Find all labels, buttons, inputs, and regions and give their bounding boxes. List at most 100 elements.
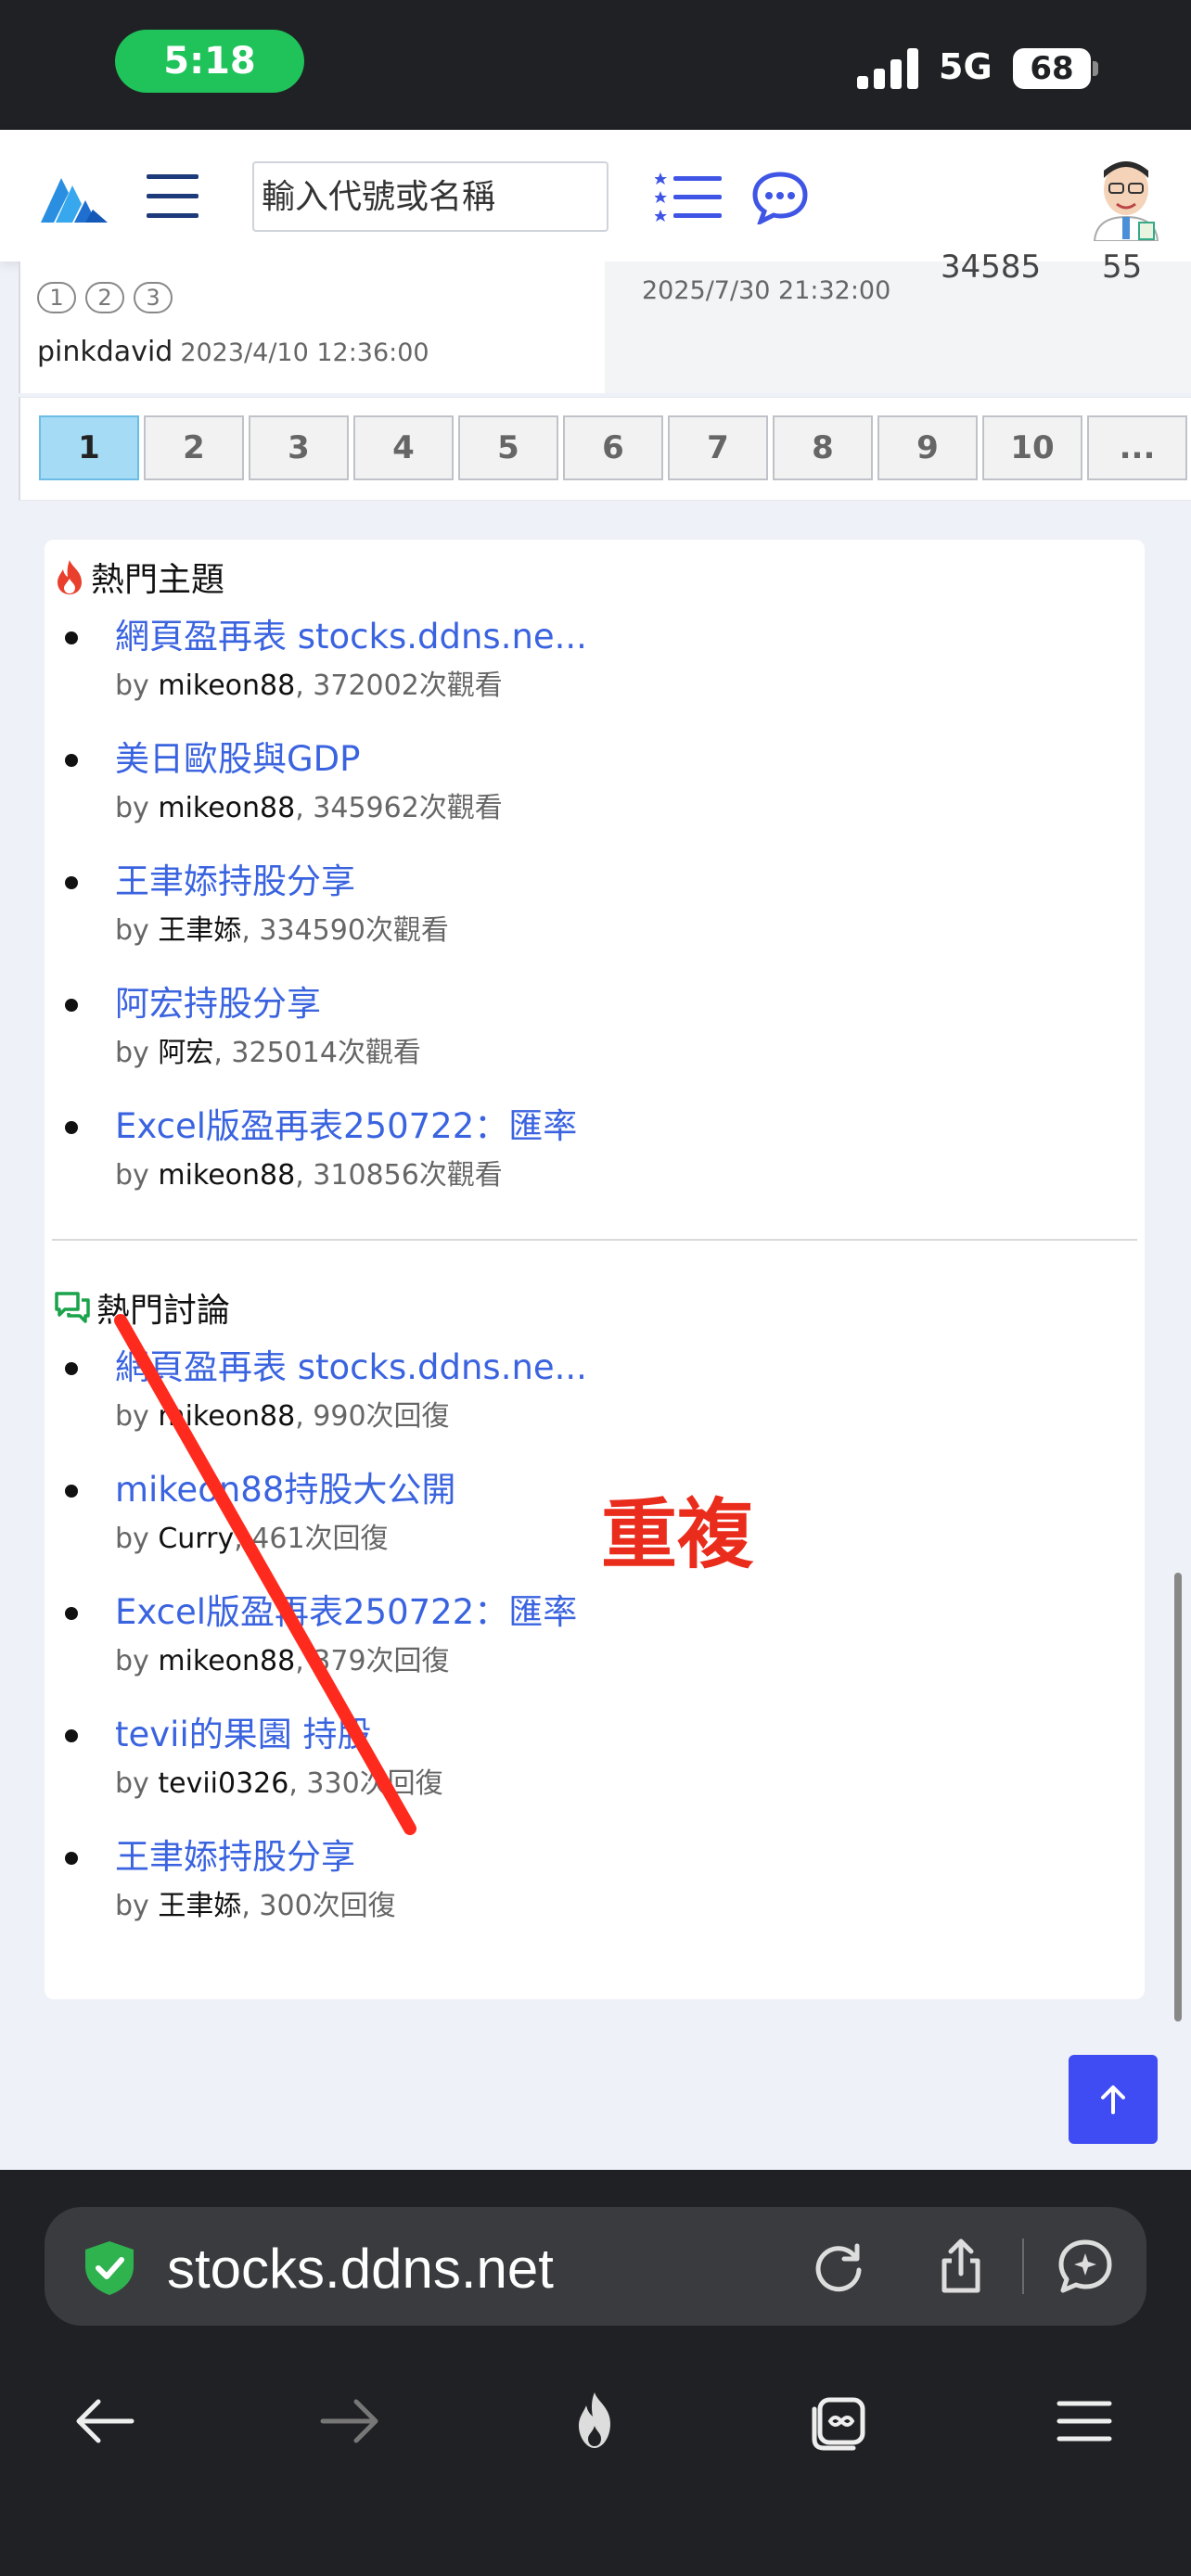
meta-author[interactable]: mikeon88 (158, 1159, 295, 1192)
meta-author[interactable]: mikeon88 (158, 792, 295, 824)
meta-by: by (115, 1645, 149, 1677)
hot-discussion-link[interactable]: Excel版盈再表250722：匯率 (115, 1591, 577, 1634)
hot-discussion-link[interactable]: mikeon88持股大公開 (115, 1469, 455, 1511)
scrollbar[interactable] (1174, 1573, 1182, 2021)
page-button-2[interactable]: 2 (144, 415, 244, 480)
hot-topic-link[interactable]: Excel版盈再表250722：匯率 (115, 1105, 577, 1148)
section-divider (52, 1239, 1137, 1241)
meta-author[interactable]: 阿宏 (158, 1037, 213, 1069)
hot-discussion-link[interactable]: 王聿婖持股分享 (115, 1836, 396, 1879)
meta-stat: , 300次回復 (241, 1890, 396, 1922)
page-button-7[interactable]: 7 (668, 415, 768, 480)
hot-discussion-meta: by Curry, 461次回復 (115, 1515, 455, 1556)
page-button-8[interactable]: 8 (773, 415, 873, 480)
annotation-duplicate-label: 重複 (601, 1491, 754, 1579)
pagination-row: 1 2 3 4 5 6 7 8 9 10 ... (39, 415, 1187, 480)
menu-icon[interactable] (1050, 2389, 1119, 2454)
list-bullet (65, 1729, 78, 1742)
page-button-3[interactable]: 3 (249, 415, 349, 480)
hot-topic-item: 阿宏持股分享 by 阿宏, 325014次觀看 (115, 983, 421, 1070)
meta-stat: , 310856次觀看 (295, 1159, 503, 1192)
secure-shield-icon (85, 2241, 134, 2295)
site-logo[interactable] (41, 169, 108, 224)
back-arrow-icon[interactable] (70, 2389, 139, 2454)
url-text[interactable]: stocks.ddns.net (167, 2237, 554, 2301)
hot-discussion-link[interactable]: tevii的果園 持股 (115, 1714, 443, 1756)
hot-topic-link[interactable]: 網頁盈再表 stocks.ddns.ne... (115, 616, 587, 658)
hot-discussion-item: tevii的果園 持股 by tevii0326, 330次回復 (115, 1714, 443, 1801)
topic-page-links: 1 2 3 (37, 282, 173, 313)
page-button-more[interactable]: ... (1087, 415, 1187, 480)
hot-topic-meta: by mikeon88, 310856次觀看 (115, 1152, 577, 1192)
list-bullet (65, 1485, 78, 1498)
topic-page-link[interactable]: 3 (134, 282, 173, 313)
meta-author[interactable]: 王聿婖 (158, 1890, 241, 1922)
search-input[interactable] (252, 161, 608, 232)
flame-icon[interactable] (560, 2389, 629, 2454)
fire-icon (58, 560, 82, 594)
reload-icon[interactable] (809, 2237, 868, 2296)
tabs-icon[interactable] (805, 2389, 874, 2454)
meta-stat: , 379次回復 (295, 1645, 450, 1677)
hot-topic-item: Excel版盈再表250722：匯率 by mikeon88, 310856次觀… (115, 1105, 577, 1192)
starred-list-icon[interactable] (655, 171, 722, 223)
topic-author-name[interactable]: pinkdavid (37, 336, 173, 368)
list-bullet (65, 1362, 78, 1375)
forward-arrow-icon[interactable] (315, 2389, 384, 2454)
hot-discussion-meta: by tevii0326, 330次回復 (115, 1760, 443, 1801)
meta-stat: , 461次回復 (234, 1523, 389, 1555)
page-button-9[interactable]: 9 (877, 415, 978, 480)
hamburger-menu-icon[interactable] (147, 174, 198, 219)
meta-author[interactable]: Curry (158, 1523, 234, 1555)
meta-by: by (115, 914, 149, 947)
list-bullet (65, 631, 78, 644)
share-icon[interactable] (931, 2237, 991, 2296)
list-bullet (65, 754, 78, 767)
discussion-icon (55, 1292, 90, 1323)
hot-topic-link[interactable]: 美日歐股與GDP (115, 738, 503, 781)
page-button-6[interactable]: 6 (563, 415, 663, 480)
hot-topic-item: 網頁盈再表 stocks.ddns.ne... by mikeon88, 372… (115, 616, 587, 703)
hot-topics-header: 熱門主題 (54, 553, 224, 601)
meta-by: by (115, 1159, 149, 1192)
meta-stat: , 372002次觀看 (295, 670, 503, 702)
hot-discussions-header: 熱門討論 (54, 1283, 230, 1332)
hot-discussion-item: Excel版盈再表250722：匯率 by mikeon88, 379次回復 (115, 1591, 577, 1678)
meta-author[interactable]: mikeon88 (158, 1645, 295, 1677)
meta-author[interactable]: 王聿婖 (158, 914, 241, 947)
topic-page-link[interactable]: 2 (85, 282, 124, 313)
list-bullet (65, 1121, 78, 1134)
meta-stat: , 330次回復 (288, 1767, 443, 1800)
meta-author[interactable]: mikeon88 (158, 670, 295, 702)
page-button-4[interactable]: 4 (353, 415, 454, 480)
page-button-1[interactable]: 1 (39, 415, 139, 480)
topic-page-link[interactable]: 1 (37, 282, 76, 313)
topic-reply-count: 55 (1102, 249, 1143, 286)
user-avatar[interactable] (1087, 156, 1165, 241)
topic-post-time: 2023/4/10 12:36:00 (180, 338, 429, 367)
hot-discussion-item: mikeon88持股大公開 by Curry, 461次回復 (115, 1469, 455, 1556)
list-bullet (65, 1852, 78, 1865)
back-to-top-button[interactable] (1069, 2055, 1158, 2144)
hot-discussion-meta: by mikeon88, 990次回復 (115, 1393, 587, 1434)
hot-discussion-link[interactable]: 網頁盈再表 stocks.ddns.ne... (115, 1346, 587, 1389)
hot-topic-meta: by mikeon88, 372002次觀看 (115, 662, 587, 703)
list-bullet (65, 876, 78, 889)
meta-stat: , 334590次觀看 (241, 914, 449, 947)
status-time[interactable]: 5:18 (115, 30, 304, 93)
hot-topic-meta: by 王聿婖, 334590次觀看 (115, 907, 449, 948)
ai-chat-icon[interactable] (1056, 2237, 1115, 2296)
cell-signal-icon (857, 46, 920, 89)
meta-by: by (115, 792, 149, 824)
page-button-10[interactable]: 10 (982, 415, 1082, 480)
hot-topic-link[interactable]: 王聿婖持股分享 (115, 861, 449, 903)
meta-author[interactable]: mikeon88 (158, 1400, 295, 1433)
hot-topic-link[interactable]: 阿宏持股分享 (115, 983, 421, 1026)
page-button-5[interactable]: 5 (458, 415, 558, 480)
hot-topic-item: 美日歐股與GDP by mikeon88, 345962次觀看 (115, 738, 503, 825)
list-bullet (65, 1607, 78, 1620)
chat-icon[interactable] (751, 171, 809, 224)
meta-author[interactable]: tevii0326 (158, 1767, 288, 1800)
topic-view-count: 34585 (941, 249, 1042, 286)
meta-by: by (115, 670, 149, 702)
